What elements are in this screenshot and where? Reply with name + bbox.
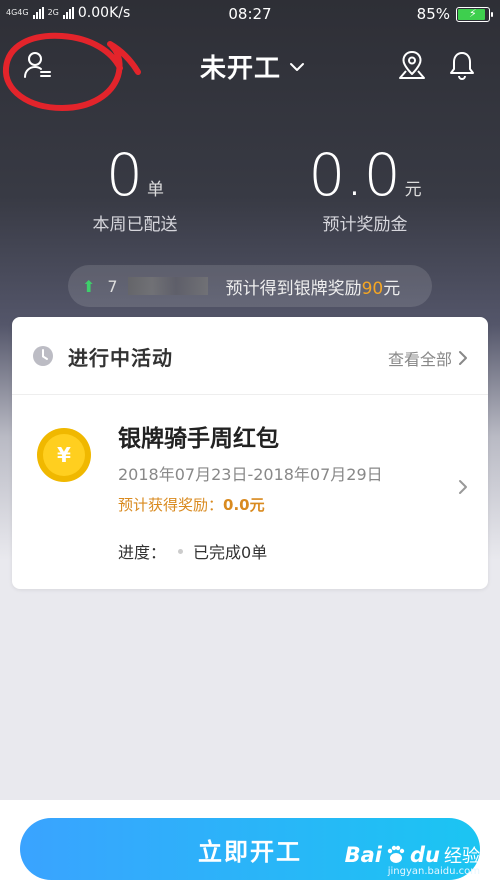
user-menu-icon xyxy=(24,52,51,78)
user-menu-button[interactable] xyxy=(16,43,60,87)
banner-text: 预计得到银牌奖励90元 xyxy=(225,278,401,299)
progress-value: 已完成0单 xyxy=(193,543,268,562)
activities-header: 进行中活动 查看全部 xyxy=(12,317,488,395)
reward-value: 0.0 xyxy=(308,141,401,209)
reward-label: 预计奖励金 xyxy=(322,215,408,235)
up-arrow-icon: ⬆ xyxy=(82,276,96,296)
notification-button[interactable] xyxy=(440,43,484,87)
activity-date: 2018年07月23日-2018年07月29日 xyxy=(118,465,383,484)
banner-amount: 90 xyxy=(361,278,384,299)
chevron-right-icon xyxy=(459,480,467,494)
location-button[interactable] xyxy=(390,43,434,87)
activity-reward: 预计获得奖励：0.0元 xyxy=(118,496,265,514)
deliveries-value: 0 xyxy=(106,141,143,209)
bell-icon xyxy=(450,52,474,80)
see-all-link[interactable]: 查看全部 xyxy=(388,346,468,370)
progress-label: 进度： xyxy=(118,543,167,562)
chevron-down-icon xyxy=(290,62,305,71)
chevron-right-icon xyxy=(459,351,467,365)
start-work-label: 立即开工 xyxy=(198,837,302,866)
activity-name: 银牌骑手周红包 xyxy=(118,426,279,452)
watermark-brand: Bai du 经验 xyxy=(344,843,480,867)
status-right: 85% ⚡ xyxy=(416,5,493,23)
red-envelope-coin-icon: ¥ xyxy=(37,428,91,482)
progress-dot xyxy=(178,548,184,554)
location-icon xyxy=(399,51,425,79)
status-bar: 4G4G 2G 0.00K/s 08:27 85% ⚡ xyxy=(0,0,500,28)
work-status-selector[interactable]: 未开工 xyxy=(200,48,305,85)
reward-unit: 元 xyxy=(404,180,422,200)
activities-card: 进行中活动 查看全部 ¥ 银牌骑手周红包 2018年07月23日-2018年07… xyxy=(12,317,488,589)
blurred-rider-name xyxy=(127,277,208,295)
deliveries-label: 本周已配送 xyxy=(92,215,178,235)
activity-progress: 进度： 已完成0单 xyxy=(118,539,267,563)
activity-item[interactable]: ¥ 银牌骑手周红包 2018年07月23日-2018年07月29日 预计获得奖励… xyxy=(12,395,488,589)
battery-icon: ⚡ xyxy=(456,6,493,22)
reward-stat: 0.0 元 预计奖励金 xyxy=(265,140,465,235)
paw-icon xyxy=(387,845,405,863)
work-status-title: 未开工 xyxy=(200,54,282,84)
watermark-site: jingyan.baidu.com xyxy=(387,866,480,877)
deliveries-stat: 0单 本周已配送 xyxy=(35,140,235,235)
deliveries-unit: 单 xyxy=(146,180,164,200)
activities-title: 进行中活动 xyxy=(68,346,173,370)
activity-reward-value: 0.0元 xyxy=(223,496,265,514)
clock-icon xyxy=(33,346,53,366)
weekly-stats: 0单 本周已配送 0.0 元 预计奖励金 xyxy=(0,140,500,240)
coin-symbol: ¥ xyxy=(57,443,71,467)
battery-percent: 85% xyxy=(416,5,450,23)
see-all-label: 查看全部 xyxy=(387,350,452,369)
silver-reward-banner[interactable]: ⬆ 7 预计得到银牌奖励90元 xyxy=(68,265,432,307)
rank-glyph: 7 xyxy=(107,276,118,296)
baidu-jingyan-watermark: Bai du 经验 jingyan.baidu.com xyxy=(345,842,480,877)
top-header: 未开工 xyxy=(0,40,500,90)
